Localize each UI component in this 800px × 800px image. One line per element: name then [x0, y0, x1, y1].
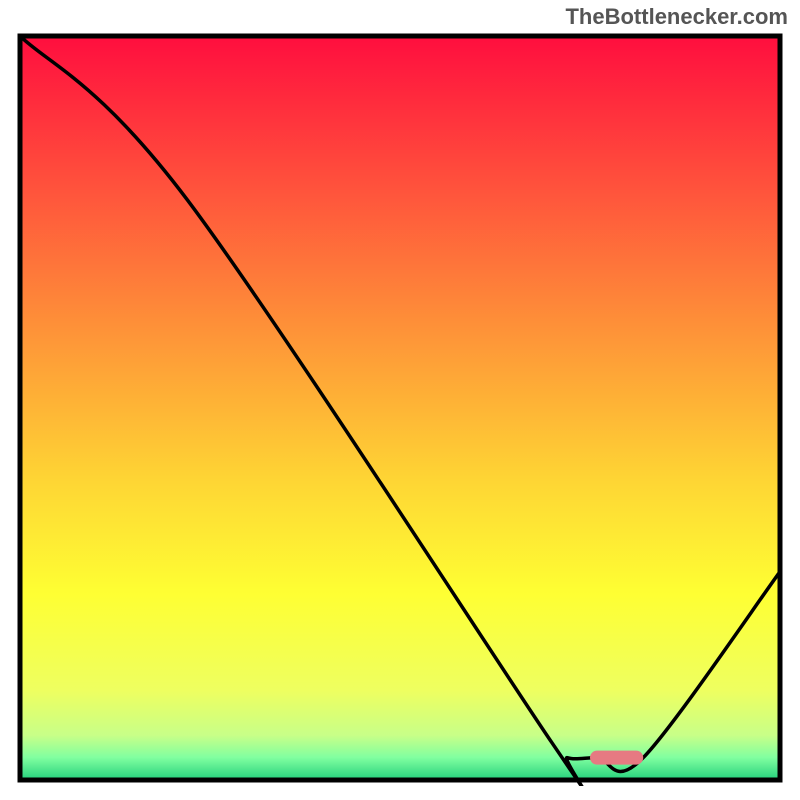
- plot-frame: [14, 30, 786, 786]
- chart-container: TheBottlenecker.com: [0, 0, 800, 800]
- watermark-text: TheBottlenecker.com: [565, 4, 788, 30]
- gradient-background: [20, 36, 780, 780]
- chart-svg: [14, 30, 786, 786]
- optimal-range-marker: [590, 751, 643, 765]
